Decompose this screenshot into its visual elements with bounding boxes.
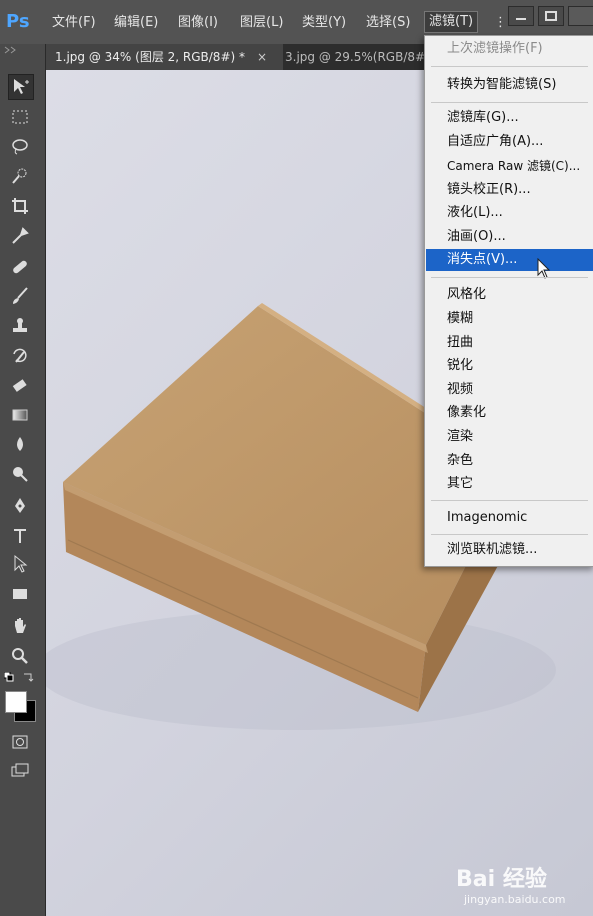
blur-tool-icon[interactable] [8, 432, 32, 456]
maximize-button[interactable] [538, 6, 564, 26]
tab-doc-1-label: 1.jpg @ 34% (图层 2, RGB/8#) * [55, 50, 245, 64]
tab-doc-2-label: 3.jpg @ 29.5%(RGB/8# [285, 50, 426, 64]
menu-sharpen[interactable]: 锐化 [447, 355, 473, 377]
menu-file[interactable]: 文件(F) [52, 13, 96, 33]
pen-tool-icon[interactable] [8, 494, 32, 518]
menu-edit[interactable]: 编辑(E) [114, 13, 158, 33]
menu-pixelate[interactable]: 像素化 [447, 402, 486, 424]
menu-other[interactable]: 其它 [447, 473, 473, 495]
watermark-url: jingyan.baidu.com [464, 893, 566, 906]
menu-lens-correction[interactable]: 镜头校正(R)... [447, 179, 531, 201]
history-brush-icon[interactable] [8, 344, 32, 368]
quick-mask-icon[interactable] [8, 730, 32, 754]
lasso-tool-icon[interactable] [8, 135, 32, 159]
minimize-button[interactable] [508, 6, 534, 26]
minimize-icon [516, 18, 526, 20]
menu-last-filter[interactable]: 上次滤镜操作(F) [447, 38, 543, 60]
menu-filter-gallery[interactable]: 滤镜库(G)... [447, 107, 519, 129]
move-tool-icon[interactable] [8, 74, 34, 100]
eraser-tool-icon[interactable] [8, 374, 32, 398]
crop-tool-icon[interactable] [8, 194, 32, 218]
brush-tool-icon[interactable] [8, 284, 32, 308]
menu-layer[interactable]: 图层(L) [240, 13, 283, 33]
document-tab-bar: 1.jpg @ 34% (图层 2, RGB/8#) * × 3.jpg @ 2… [45, 44, 425, 70]
menu-camera-raw-filter[interactable]: Camera Raw 滤镜(C)... [447, 155, 580, 177]
menu-video[interactable]: 视频 [447, 379, 473, 401]
marquee-tool-icon[interactable] [8, 105, 32, 129]
menu-vanishing-point[interactable]: 消失点(V)... [426, 249, 593, 271]
menu-separator [431, 500, 588, 501]
tab-doc-2[interactable]: 3.jpg @ 29.5%(RGB/8# [275, 44, 435, 70]
zoom-tool-icon[interactable] [8, 644, 32, 668]
healing-brush-icon[interactable] [8, 255, 32, 279]
quick-select-tool-icon[interactable] [8, 164, 32, 188]
gradient-tool-icon[interactable] [8, 403, 32, 427]
close-window-button[interactable] [568, 6, 593, 26]
menu-render[interactable]: 渲染 [447, 426, 473, 448]
foreground-color-swatch[interactable] [5, 691, 27, 713]
clone-stamp-icon[interactable] [8, 314, 32, 338]
screen-mode-icon[interactable] [8, 759, 32, 783]
menu-overflow[interactable]: ⋮ [494, 13, 507, 33]
photoshop-logo: Ps [6, 11, 30, 32]
menu-separator [431, 102, 588, 103]
menu-distort[interactable]: 扭曲 [447, 332, 473, 354]
path-select-icon[interactable] [8, 552, 32, 576]
menu-select[interactable]: 选择(S) [366, 13, 410, 33]
menu-liquify[interactable]: 液化(L)... [447, 202, 503, 224]
hand-tool-icon[interactable] [8, 614, 32, 638]
watermark-logo-text: Bai 经验 [456, 867, 547, 892]
menu-adaptive-wide-angle[interactable]: 自适应广角(A)... [447, 131, 543, 153]
rectangle-tool-icon[interactable] [8, 582, 32, 606]
menu-browse-filters-online[interactable]: 浏览联机滤镜... [447, 539, 537, 561]
menu-imagenomic[interactable]: Imagenomic [447, 507, 527, 529]
menu-oil-paint[interactable]: 油画(O)... [447, 226, 506, 248]
menu-separator [431, 66, 588, 67]
menu-separator [431, 534, 588, 535]
menu-convert-smart-filters[interactable]: 转换为智能滤镜(S) [447, 74, 556, 96]
eyedropper-tool-icon[interactable] [8, 224, 32, 248]
menu-separator [431, 277, 588, 278]
baidu-jingyan-watermark: Bai 经验 jingyan.baidu.com [456, 855, 588, 911]
collapse-panel-icon[interactable] [4, 46, 18, 54]
menu-blur[interactable]: 模糊 [447, 308, 473, 330]
tab-close-icon[interactable]: × [257, 44, 267, 70]
tab-doc-1[interactable]: 1.jpg @ 34% (图层 2, RGB/8#) * × [45, 44, 283, 70]
menu-noise[interactable]: 杂色 [447, 450, 473, 472]
tools-panel [0, 44, 46, 916]
menu-stylize[interactable]: 风格化 [447, 284, 486, 306]
type-tool-icon[interactable] [8, 524, 32, 548]
swap-colors-icon[interactable] [22, 671, 34, 683]
menu-type[interactable]: 类型(Y) [302, 13, 346, 33]
filter-dropdown-menu: 上次滤镜操作(F) 转换为智能滤镜(S) 滤镜库(G)... 自适应广角(A).… [424, 35, 593, 567]
menu-filter[interactable]: 滤镜(T) [424, 11, 479, 33]
menu-image[interactable]: 图像(I) [178, 13, 218, 33]
default-colors-icon[interactable] [4, 672, 14, 682]
dodge-tool-icon[interactable] [8, 462, 32, 486]
maximize-icon [545, 11, 557, 21]
